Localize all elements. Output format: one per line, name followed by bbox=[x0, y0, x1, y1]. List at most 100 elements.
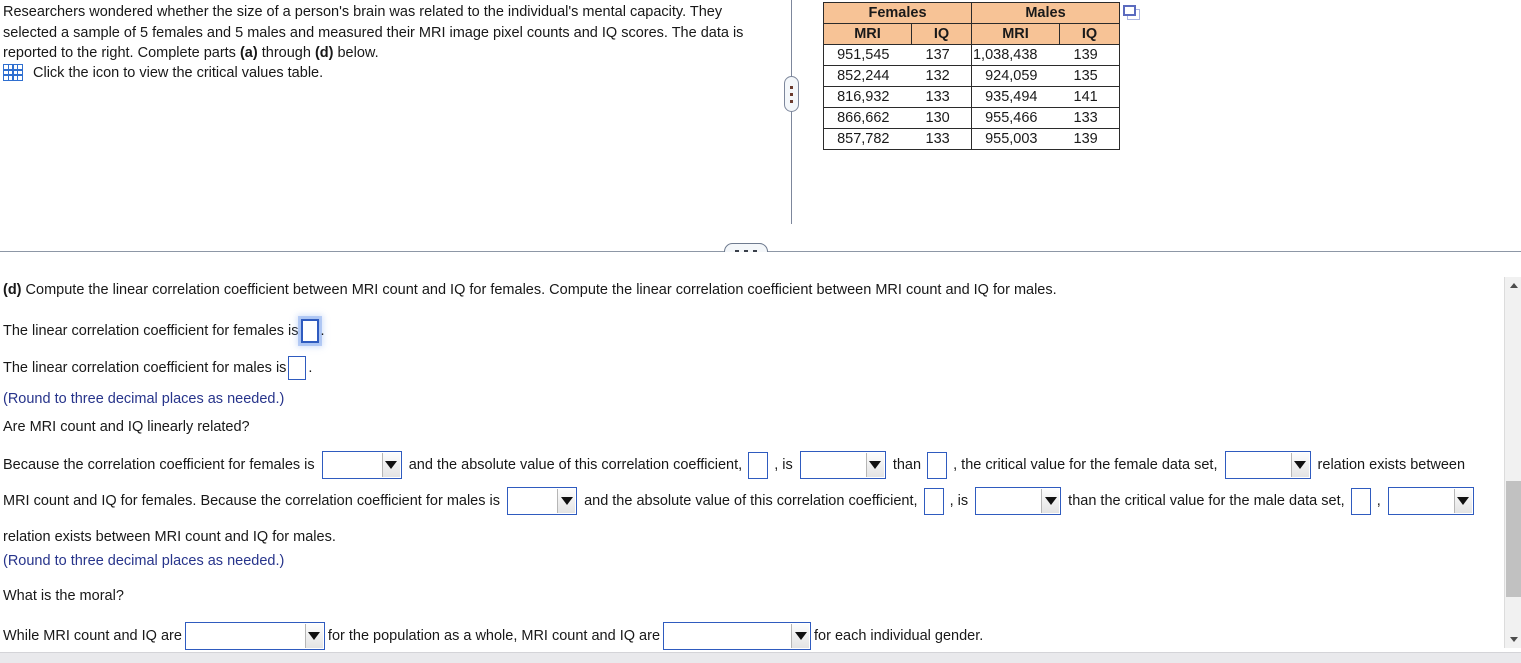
cell-male-mri: 955,466 bbox=[971, 107, 1060, 129]
female-compare-dropdown[interactable] bbox=[799, 451, 886, 480]
cell-male-mri: 955,003 bbox=[971, 128, 1060, 150]
cell-male-iq: 139 bbox=[1059, 44, 1120, 66]
cell-female-iq: 137 bbox=[911, 44, 972, 66]
para-text-2: and the absolute value of this correlati… bbox=[408, 457, 743, 473]
chevron-down-icon[interactable] bbox=[557, 489, 576, 514]
males-period: . bbox=[308, 359, 313, 376]
vertical-scrollbar[interactable] bbox=[1504, 277, 1521, 648]
females-coefficient-input[interactable] bbox=[300, 319, 319, 343]
table-row: 866,662 130 955,466 133 bbox=[823, 107, 1120, 129]
critical-values-link-text[interactable]: Click the icon to view the critical valu… bbox=[33, 65, 323, 81]
group-header-females: Females bbox=[823, 2, 972, 24]
bottom-status-bar bbox=[0, 652, 1521, 663]
female-relation-dropdown[interactable] bbox=[1224, 451, 1311, 480]
chevron-down-icon[interactable] bbox=[791, 624, 810, 648]
prompt-line-3c: below. bbox=[333, 45, 379, 61]
vertical-divider-handle[interactable] bbox=[784, 76, 799, 112]
scrollbar-thumb[interactable] bbox=[1506, 481, 1521, 597]
problem-statement-pane: Researchers wondered whether the size of… bbox=[0, 0, 1521, 251]
cell-male-mri: 1,038,438 bbox=[971, 44, 1060, 66]
question-d-text: Compute the linear correlation coefficie… bbox=[21, 282, 1057, 298]
prompt-line-3b: through bbox=[257, 45, 315, 61]
chevron-down-icon[interactable] bbox=[1290, 453, 1309, 478]
females-coefficient-label: The linear correlation coefficient for f… bbox=[3, 322, 299, 339]
scroll-up-icon[interactable] bbox=[1505, 277, 1521, 294]
group-header-males: Males bbox=[971, 2, 1120, 24]
males-coefficient-row: The linear correlation coefficient for m… bbox=[3, 356, 312, 380]
mri-iq-data-table: Females Males MRI IQ MRI IQ 951,545 137 … bbox=[823, 2, 1120, 150]
cell-male-mri: 935,494 bbox=[971, 86, 1060, 108]
male-sign-dropdown[interactable] bbox=[507, 487, 578, 516]
male-critical-value-input[interactable] bbox=[1350, 487, 1371, 515]
question-d-label: (d) bbox=[3, 282, 22, 298]
exercise-page: Researchers wondered whether the size of… bbox=[0, 0, 1521, 663]
table-row: 857,782 133 955,003 139 bbox=[823, 128, 1120, 150]
male-abs-coefficient-input[interactable] bbox=[923, 487, 944, 515]
answer-pane: (d) Compute the linear correlation coeff… bbox=[0, 252, 1500, 650]
cell-female-iq: 132 bbox=[911, 65, 972, 87]
female-abs-coefficient-input[interactable] bbox=[748, 451, 769, 479]
male-relation-dropdown[interactable] bbox=[1387, 487, 1474, 516]
linearly-related-question: Are MRI count and IQ linearly related? bbox=[3, 419, 250, 435]
cell-male-iq: 141 bbox=[1059, 86, 1120, 108]
male-compare-dropdown[interactable] bbox=[975, 487, 1062, 516]
conclusion-paragraph: Because the correlation coefficient for … bbox=[3, 447, 1491, 555]
chevron-down-icon[interactable] bbox=[865, 453, 884, 478]
critical-values-link-row[interactable]: Click the icon to view the critical valu… bbox=[3, 64, 323, 81]
part-a-label: (a) bbox=[239, 45, 258, 61]
para-text-11: male data set, bbox=[1253, 493, 1345, 509]
moral-answer-row: While MRI count and IQ are for the popul… bbox=[3, 622, 983, 650]
cell-male-iq: 133 bbox=[1059, 107, 1120, 129]
table-row: 852,244 132 924,059 135 bbox=[823, 65, 1120, 87]
females-period: . bbox=[320, 322, 325, 339]
female-critical-value-input[interactable] bbox=[927, 451, 948, 479]
problem-text: Researchers wondered whether the size of… bbox=[3, 2, 763, 64]
table-sub-header-row: MRI IQ MRI IQ bbox=[823, 23, 1120, 45]
cell-female-iq: 133 bbox=[911, 86, 972, 108]
col-header-female-iq: IQ bbox=[911, 23, 972, 45]
moral-text-3: for each individual gender. bbox=[814, 627, 984, 644]
chevron-down-icon[interactable] bbox=[1453, 489, 1472, 514]
chevron-down-icon[interactable] bbox=[381, 453, 400, 478]
males-coefficient-input[interactable] bbox=[288, 356, 307, 380]
table-group-header-row: Females Males bbox=[823, 2, 1120, 24]
chevron-down-icon[interactable] bbox=[1041, 489, 1060, 514]
moral-gender-dropdown[interactable] bbox=[663, 622, 812, 650]
table-grid-icon[interactable] bbox=[3, 64, 23, 81]
cell-female-mri: 857,782 bbox=[823, 128, 912, 150]
popout-window-icon[interactable] bbox=[1123, 5, 1141, 21]
cell-female-iq: 130 bbox=[911, 107, 972, 129]
para-text-4: than bbox=[892, 457, 922, 473]
cell-female-mri: 951,545 bbox=[823, 44, 912, 66]
para-text-3: , is bbox=[774, 457, 793, 473]
cell-female-mri: 852,244 bbox=[823, 65, 912, 87]
para-text-5: , the critical value for the female data… bbox=[953, 457, 1218, 473]
col-header-female-mri: MRI bbox=[823, 23, 912, 45]
para-text-10: than the critical value for the bbox=[1068, 493, 1250, 509]
cell-male-iq: 139 bbox=[1059, 128, 1120, 150]
female-sign-dropdown[interactable] bbox=[321, 451, 402, 480]
col-header-male-mri: MRI bbox=[971, 23, 1060, 45]
cell-male-iq: 135 bbox=[1059, 65, 1120, 87]
table-row: 951,545 137 1,038,438 139 bbox=[823, 44, 1120, 66]
para-text-13: relation exists between MRI count and IQ… bbox=[3, 529, 336, 545]
cell-female-mri: 816,932 bbox=[823, 86, 912, 108]
moral-text-1: While MRI count and IQ are bbox=[3, 627, 182, 644]
chevron-down-icon[interactable] bbox=[304, 624, 323, 648]
cell-male-mri: 924,059 bbox=[971, 65, 1060, 87]
moral-population-dropdown[interactable] bbox=[184, 622, 325, 650]
question-d-prompt: (d) Compute the linear correlation coeff… bbox=[3, 280, 1057, 301]
scroll-down-icon[interactable] bbox=[1505, 631, 1521, 648]
para-text-8: and the absolute value of this correlati… bbox=[584, 493, 918, 509]
cell-female-mri: 866,662 bbox=[823, 107, 912, 129]
para-text-9: , is bbox=[949, 493, 969, 509]
prompt-line-1: Researchers wondered whether the size of… bbox=[3, 4, 626, 20]
vertical-divider bbox=[791, 0, 792, 224]
round-note-2: (Round to three decimal places as needed… bbox=[3, 553, 285, 569]
popout-front-frame bbox=[1123, 5, 1136, 16]
round-note-1: (Round to three decimal places as needed… bbox=[3, 391, 285, 407]
females-coefficient-row: The linear correlation coefficient for f… bbox=[3, 319, 325, 343]
moral-question: What is the moral? bbox=[3, 588, 124, 604]
part-d-label: (d) bbox=[314, 45, 334, 61]
cell-female-iq: 133 bbox=[911, 128, 972, 150]
